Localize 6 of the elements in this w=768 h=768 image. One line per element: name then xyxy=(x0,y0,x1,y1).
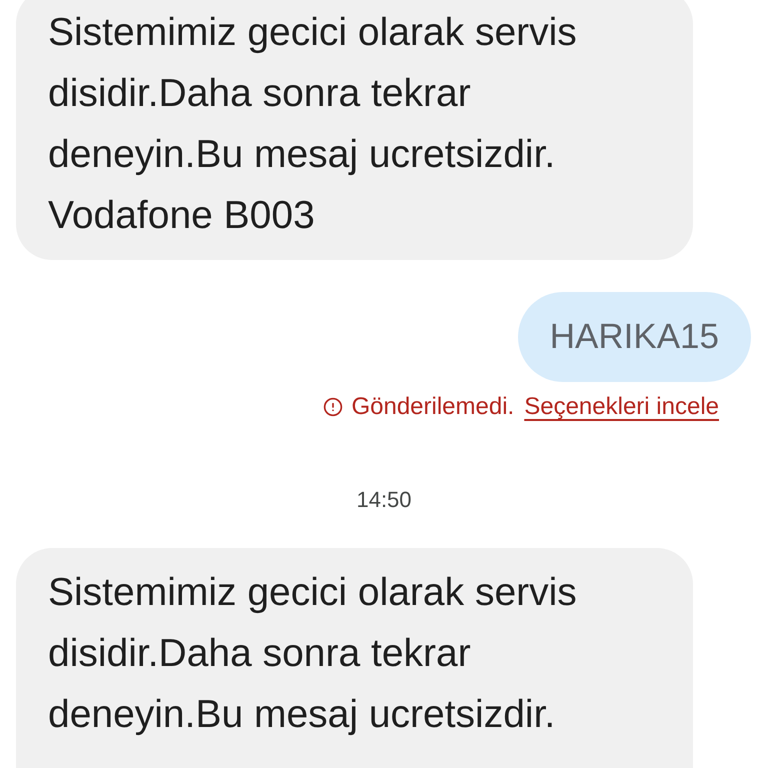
error-text: Gönderilemedi. xyxy=(351,392,514,422)
message-text: HARIKA15 xyxy=(550,316,719,358)
message-text: Sistemimiz gecici olarak servis disidir.Daha sonra tekrar deneyin.Bu mesaj ucretsizdir. Vodafone B003 xyxy=(48,10,578,239)
message-text: Sistemimiz gecici olarak servis disidir.Daha sonra tekrar deneyin.Bu mesaj ucretsizdir. xyxy=(48,570,578,738)
review-options-link[interactable]: Seçenekleri incele xyxy=(524,389,719,425)
timestamp: 14:50 xyxy=(356,486,412,514)
